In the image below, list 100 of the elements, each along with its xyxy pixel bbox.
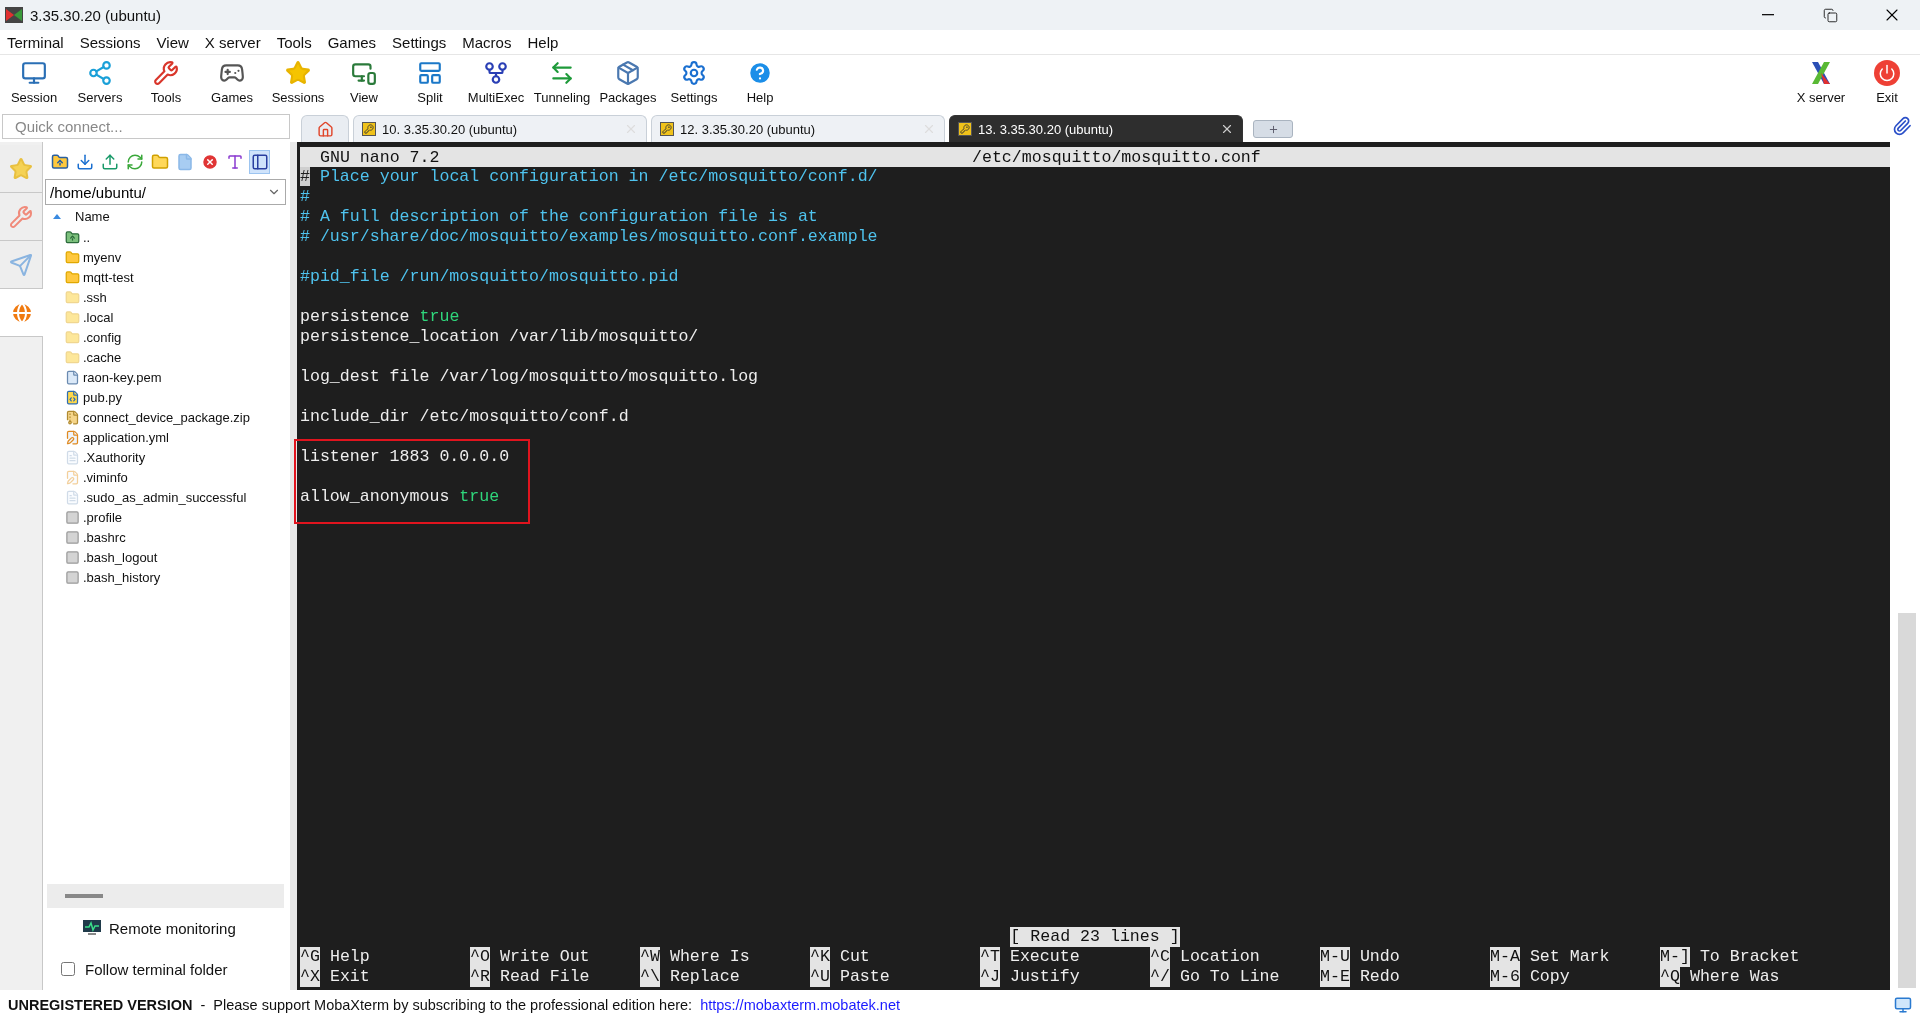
toolbar-button[interactable]: X server (1788, 55, 1854, 110)
folder-icon (65, 349, 80, 365)
scrollbar-thumb[interactable] (1898, 613, 1916, 988)
shortcut-key: ^J (980, 967, 1000, 987)
file-row[interactable]: .. (45, 227, 286, 247)
file-row[interactable]: .local (45, 307, 286, 327)
arrows-icon (549, 60, 575, 86)
menu-item[interactable]: X server (197, 31, 270, 53)
session-tab[interactable]: 13. 3.35.30.20 (ubuntu) (949, 115, 1243, 142)
file-path: /etc/mosquitto/mosquitto.conf (972, 147, 1261, 167)
toolbar-button[interactable]: Help (727, 55, 793, 110)
shortcut-key: M-] (1660, 947, 1690, 967)
toolbar-button[interactable]: Tools (133, 55, 199, 110)
file-row[interactable]: myenv (45, 247, 286, 267)
file-row[interactable]: .config (45, 327, 286, 347)
remote-monitoring-link[interactable]: Remote monitoring (109, 919, 236, 937)
file-row[interactable]: .Xauthority (45, 447, 286, 467)
toolbar-button[interactable]: Settings (661, 55, 727, 110)
column-header[interactable]: Name (75, 208, 110, 224)
shortcut-label: Undo (1359, 947, 1400, 967)
website-link[interactable]: https://mobaxterm.mobatek.net (700, 997, 900, 1013)
toolbar-button[interactable]: Session (1, 55, 67, 110)
archive-icon (65, 409, 80, 425)
menu-item[interactable]: Help (520, 31, 568, 53)
shortcut-label: Write Out (499, 947, 590, 967)
key-icon (362, 122, 376, 136)
checkbox[interactable] (61, 962, 75, 976)
menu-item[interactable]: Terminal (0, 31, 73, 53)
toolbar-button[interactable]: Exit (1854, 55, 1920, 110)
toolbar-button[interactable]: Packages (595, 55, 661, 110)
comment-line: # Place your local configuration in /etc/mosquitto/conf.d/ (300, 167, 879, 187)
home-tab[interactable] (301, 115, 349, 142)
shortcut-label: Where Was (1689, 967, 1780, 987)
new-tab-button[interactable] (1253, 120, 1293, 138)
toolbar-button[interactable]: Split (397, 55, 463, 110)
menu-item[interactable]: View (149, 31, 198, 53)
code-line: persistence_location /var/lib/mosquitto/ (300, 327, 700, 347)
terminal-file-icon (65, 569, 80, 585)
parent-folder-icon (65, 229, 80, 245)
folder-icon (65, 289, 80, 305)
menu-item[interactable]: Games (320, 31, 386, 53)
file-row[interactable]: application.yml (45, 427, 286, 447)
toolbar-button[interactable]: MultiExec (463, 55, 529, 110)
toolbar-button[interactable]: Sessions (265, 55, 331, 110)
shortcut-key: M-E (1320, 967, 1350, 987)
shortcut-key: ^T (980, 947, 1000, 967)
folder-icon (65, 269, 80, 285)
path-dropdown[interactable]: /home/ubuntu/ (45, 179, 286, 205)
folder-icon (65, 249, 80, 265)
toolbar-button[interactable]: Tunneling (529, 55, 595, 110)
file-row[interactable]: .ssh (45, 287, 286, 307)
menu-item[interactable]: Tools (269, 31, 321, 53)
file-icon (65, 449, 80, 465)
file-row[interactable]: connect_device_package.zip (45, 407, 286, 427)
shortcut-key: ^K (810, 947, 830, 967)
toolbar-button[interactable]: Games (199, 55, 265, 110)
menu-item[interactable]: Macros (455, 31, 521, 53)
shortcut-key: M-A (1490, 947, 1520, 967)
home-icon (316, 120, 334, 138)
file-row[interactable]: .bash_logout (45, 547, 286, 567)
shortcut-key: ^G (300, 947, 320, 967)
power-icon (1874, 60, 1900, 86)
shortcut-label: Paste (839, 967, 890, 987)
shortcut-key: M-U (1320, 947, 1350, 967)
code-line: persistence true (300, 307, 461, 327)
settings-icon (681, 60, 707, 86)
toolbar-button[interactable]: View (331, 55, 397, 110)
comment-line: # A full description of the configuration file is at (300, 207, 819, 227)
session-tab[interactable]: 10. 3.35.30.20 (ubuntu) (353, 115, 647, 142)
quick-connect-field[interactable]: Quick connect... (2, 114, 290, 139)
file-row[interactable]: .sudo_as_admin_successful (45, 487, 286, 507)
session-tab[interactable]: 12. 3.35.30.20 (ubuntu) (651, 115, 945, 142)
terminal-file-icon (65, 509, 80, 525)
panel-toggle-button[interactable] (249, 150, 270, 174)
key-icon (958, 122, 972, 136)
toolbar-button[interactable]: Servers (67, 55, 133, 110)
python-file-icon (65, 389, 80, 405)
monitor-icon (351, 60, 377, 86)
fork-icon (483, 60, 509, 86)
file-row[interactable]: .bashrc (45, 527, 286, 547)
checkbox-label[interactable]: Follow terminal folder (85, 960, 228, 978)
splitter-bar[interactable] (290, 142, 297, 990)
file-row[interactable]: raon-key.pem (45, 367, 286, 387)
shortcut-label: Read File (499, 967, 590, 987)
code-line: include_dir /etc/mosquitto/conf.d (300, 407, 630, 427)
shortcut-label: Help (329, 947, 370, 967)
file-row[interactable]: .profile (45, 507, 286, 527)
sidebar-tab[interactable] (0, 289, 43, 337)
menu-item[interactable]: Sessions (72, 31, 150, 53)
file-row[interactable]: .cache (45, 347, 286, 367)
file-row[interactable]: .bash_history (45, 567, 286, 587)
menu-item[interactable]: Settings (385, 31, 456, 53)
star-icon (9, 156, 33, 181)
file-row[interactable]: mqtt-test (45, 267, 286, 287)
file-row[interactable]: pub.py (45, 387, 286, 407)
file-row[interactable]: .viminfo (45, 467, 286, 487)
close-icon[interactable] (1220, 122, 1234, 136)
paperclip-icon[interactable] (1892, 116, 1912, 136)
shortcut-label: Redo (1359, 967, 1400, 987)
panel-splitter[interactable] (47, 884, 284, 908)
